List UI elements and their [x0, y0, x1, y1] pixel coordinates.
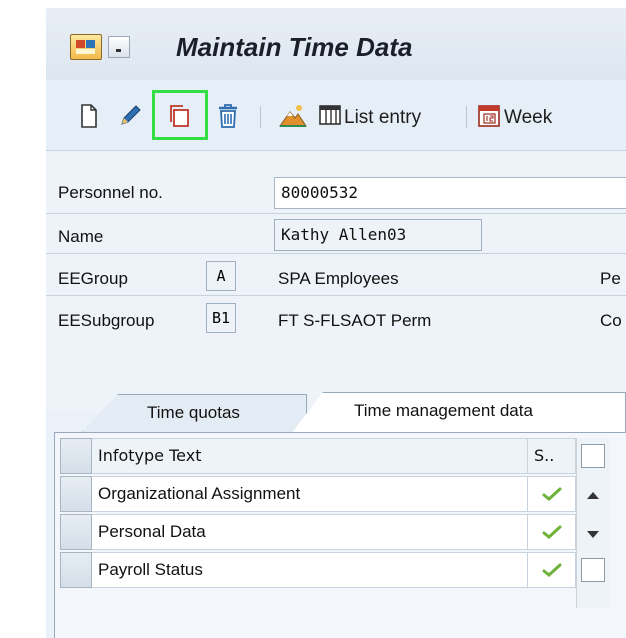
- change-pencil-icon[interactable]: [118, 102, 144, 130]
- checkmark-icon: [542, 487, 562, 501]
- tab-time-management-data[interactable]: Time management data: [291, 392, 626, 434]
- toolbar-separator: [260, 106, 261, 128]
- employee-header-form: Personnel no. 80000532 Name Kathy Allen0…: [46, 151, 626, 411]
- table-row[interactable]: Payroll Status: [60, 552, 620, 590]
- status-cell: [528, 552, 576, 588]
- list-entry-icon[interactable]: [318, 102, 344, 130]
- scroll-up-icon[interactable]: [581, 484, 605, 508]
- row-selector[interactable]: [60, 476, 92, 512]
- tab-strip-area: Time quotas Time management data Infotyp…: [46, 388, 626, 638]
- ee-subgroup-label: EESubgroup: [58, 311, 155, 330]
- ee-subgroup-code: B1: [206, 303, 236, 333]
- form-divider: [46, 253, 626, 254]
- ee-group-code: A: [206, 261, 236, 291]
- tab-time-quotas[interactable]: Time quotas: [82, 394, 307, 432]
- personnel-no-field[interactable]: 80000532: [274, 177, 626, 209]
- ee-group-text: SPA Employees: [278, 269, 399, 288]
- overview-mountain-icon[interactable]: [278, 102, 308, 130]
- ee-subgroup-trailing-label: Co: [600, 311, 622, 330]
- status-cell: [528, 514, 576, 550]
- infotype-table: Infotype Text S.. Organizational Assignm…: [60, 438, 620, 608]
- week-button[interactable]: Week: [504, 107, 552, 129]
- infotype-text-cell: Personal Data: [92, 514, 528, 550]
- sap-window: Maintain Time Data List entry Week Perso…: [46, 8, 626, 638]
- status-cell: [528, 476, 576, 512]
- table-row[interactable]: Organizational Assignment: [60, 476, 620, 514]
- infotype-text-cell: Payroll Status: [92, 552, 528, 588]
- list-entry-button[interactable]: List entry: [344, 107, 421, 129]
- checkmark-icon: [542, 563, 562, 577]
- page-title: Maintain Time Data: [176, 32, 413, 62]
- column-settings-button[interactable]: [581, 444, 605, 468]
- table-header-row: Infotype Text S..: [60, 438, 620, 476]
- checkmark-icon: [542, 525, 562, 539]
- toolbar-separator: [466, 106, 467, 128]
- application-toolbar: List entry Week: [46, 80, 626, 151]
- select-all-button[interactable]: [60, 438, 92, 474]
- row-selector[interactable]: [60, 552, 92, 588]
- name-label: Name: [58, 227, 104, 246]
- column-header-infotype-text[interactable]: Infotype Text: [92, 438, 528, 474]
- scroll-down-icon[interactable]: [581, 522, 605, 546]
- scroll-thumb[interactable]: [581, 558, 605, 582]
- form-divider: [46, 213, 626, 214]
- name-field: Kathy Allen03: [274, 219, 482, 251]
- table-scrollbar[interactable]: [576, 438, 609, 608]
- delete-trash-icon[interactable]: [214, 102, 242, 130]
- ee-group-trailing-label: Pe: [600, 269, 621, 288]
- table-row[interactable]: Personal Data: [60, 514, 620, 552]
- infotype-text-cell: Organizational Assignment: [92, 476, 528, 512]
- copy-icon[interactable]: [166, 102, 194, 130]
- title-bar: Maintain Time Data: [46, 8, 626, 80]
- column-header-status[interactable]: S..: [528, 438, 576, 474]
- row-selector[interactable]: [60, 514, 92, 550]
- menu-dropdown-button[interactable]: [108, 36, 130, 58]
- personnel-no-label: Personnel no.: [58, 183, 163, 202]
- form-divider: [46, 295, 626, 296]
- create-icon[interactable]: [80, 102, 98, 130]
- ee-group-label: EEGroup: [58, 269, 128, 288]
- sap-menu-icon[interactable]: [70, 34, 102, 60]
- week-calendar-icon[interactable]: [476, 102, 504, 130]
- ee-subgroup-text: FT S-FLSAOT Perm: [278, 311, 432, 330]
